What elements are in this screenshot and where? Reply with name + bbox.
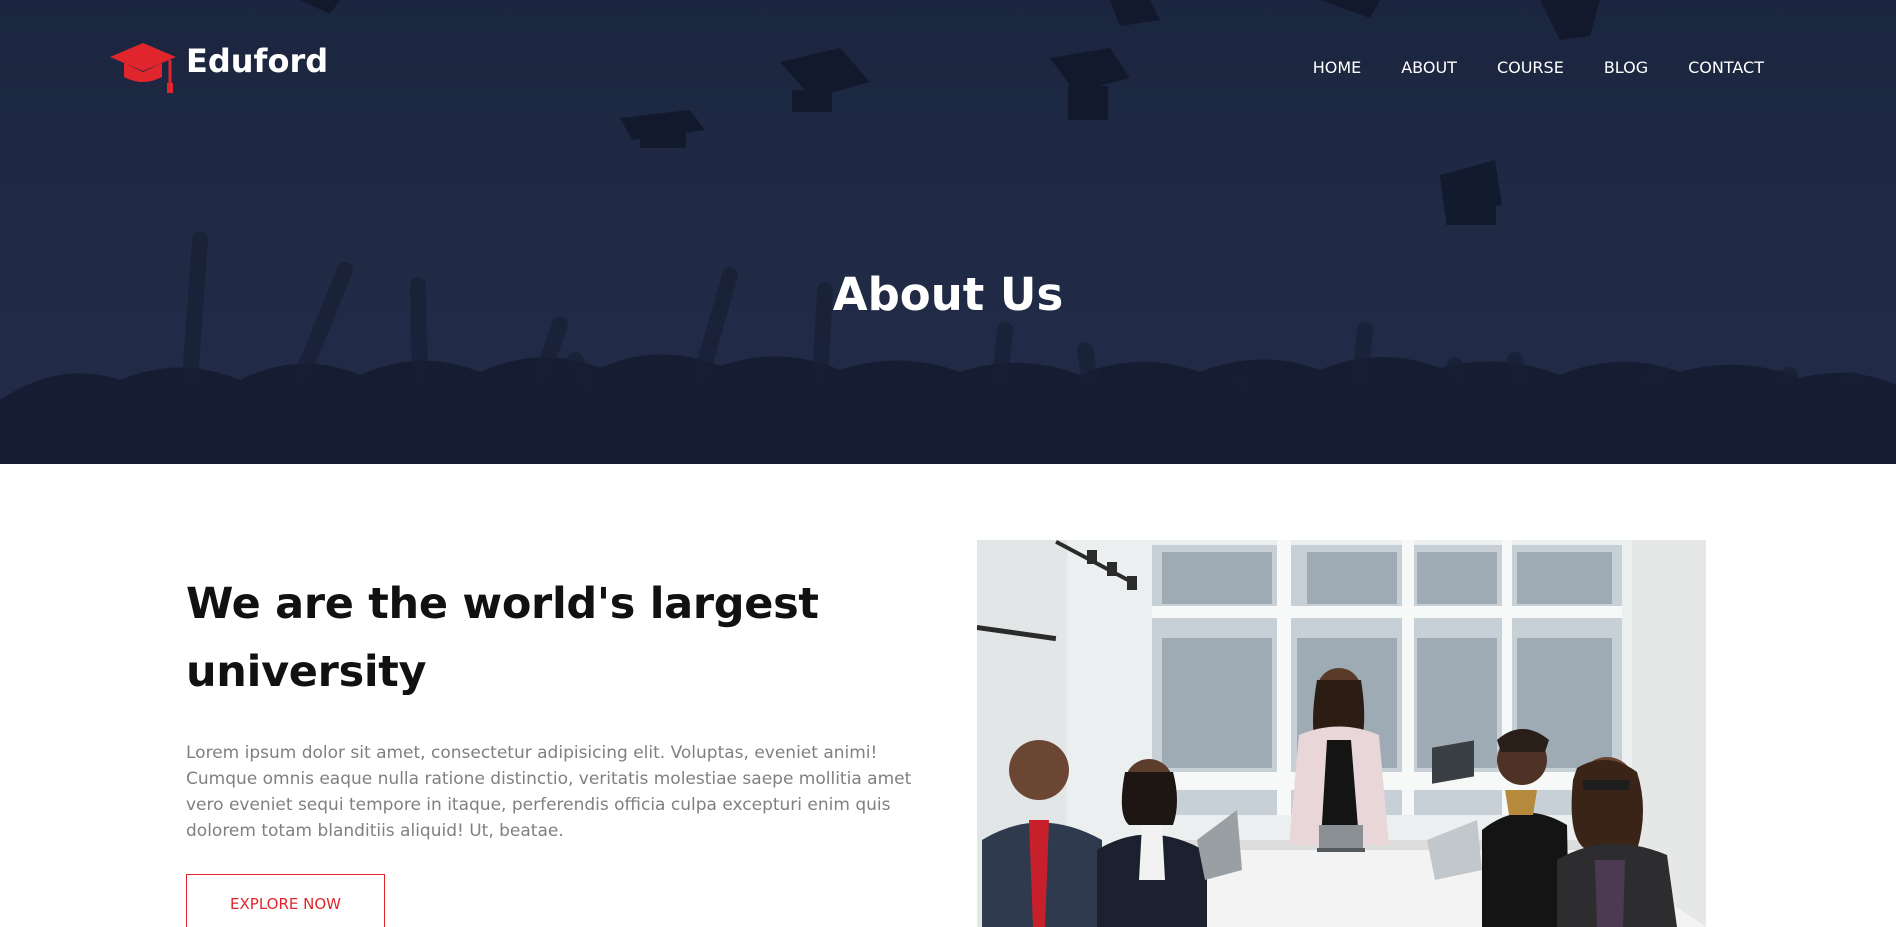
- about-heading: We are the world's largest university: [186, 570, 926, 706]
- nav-home[interactable]: HOME: [1293, 56, 1382, 79]
- nav-blog[interactable]: BLOG: [1584, 56, 1668, 79]
- about-heading-line1: We are the world's largest: [186, 579, 819, 629]
- graduation-cap-icon: [110, 43, 176, 93]
- about-body-text: Lorem ipsum dolor sit amet, consectetur …: [186, 743, 912, 841]
- about-intro: We are the world's largest university Lo…: [186, 570, 926, 844]
- page-title: About Us: [832, 268, 1064, 321]
- main-nav: HOME ABOUT COURSE BLOG CONTACT: [1293, 56, 1764, 79]
- explore-now-button[interactable]: EXPLORE NOW: [186, 874, 385, 927]
- hero-banner: Eduford HOME ABOUT COURSE BLOG CONTACT A…: [0, 0, 1896, 464]
- about-heading-line2: university: [186, 647, 427, 697]
- team-meeting-photo: [977, 540, 1706, 927]
- brand-logo[interactable]: Eduford: [108, 38, 328, 98]
- nav-contact[interactable]: CONTACT: [1668, 56, 1764, 79]
- brand-name: Eduford: [186, 42, 329, 80]
- nav-about[interactable]: ABOUT: [1381, 56, 1477, 79]
- nav-course[interactable]: COURSE: [1477, 56, 1584, 79]
